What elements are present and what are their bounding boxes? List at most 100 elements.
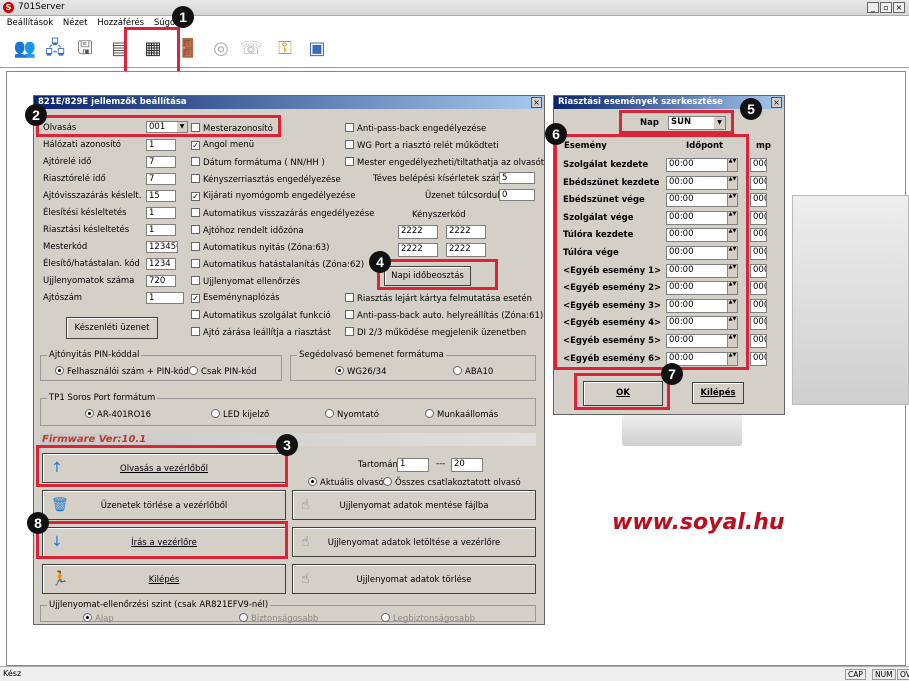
radio-nyomtato[interactable]: Nyomtató (325, 409, 379, 420)
check-auto-szolgalat[interactable]: Automatikus szolgálat funkció (191, 310, 331, 321)
riasztorele-input[interactable]: 7 (146, 173, 176, 185)
highlight-6 (554, 134, 749, 370)
alarm-close-icon[interactable]: × (771, 97, 782, 108)
pin-group: Ajtónyitás PIN-kóddal Felhasználói szám … (40, 350, 282, 381)
kenyszerkod-input-3[interactable]: 2222 (398, 243, 438, 257)
disc-icon[interactable]: ◎ (208, 36, 234, 62)
status-ov: OV (897, 669, 909, 680)
teves-belepesi-input[interactable]: 5 (499, 172, 535, 184)
ujjlenyomat-letoltes-button[interactable]: ☝ Ujjlenyomat adatok letöltése a vezérlő… (292, 527, 536, 557)
check-anti-pass-back[interactable]: Anti-pass-back engedélyezése (345, 123, 486, 134)
radio-dot (85, 409, 94, 418)
elesitesi-input[interactable]: 1 (146, 207, 176, 219)
card-icon[interactable]: ▣ (304, 36, 330, 62)
radio-munkaallomas[interactable]: Munkaállomás (425, 409, 498, 420)
app-logo-icon: S (3, 2, 14, 13)
riasztasi-input[interactable]: 1 (146, 224, 176, 236)
alarm-kilepes-button[interactable]: Kilépés (692, 382, 744, 404)
checkbox-box (345, 123, 354, 132)
alarm-extra-input[interactable]: 000 (750, 298, 767, 313)
checkbox-box: ✓ (191, 141, 200, 150)
checkbox-box: ✓ (191, 294, 200, 303)
check-auto-hatastalanitas[interactable]: Automatikus hatástalanítás (Zóna:62) (191, 259, 364, 270)
check-wg-port[interactable]: WG Port a riasztó relét működteti (345, 140, 499, 151)
radio-dot (55, 366, 64, 375)
check-mester-engedelyezheti[interactable]: Mester engedélyezheti/tiltathatja az olv… (345, 157, 544, 168)
check-ajtohoz-idozona[interactable]: Ajtóhoz rendelt időzóna (191, 225, 304, 236)
check-datum-formatum[interactable]: Dátum formátuma ( NN/HH ) (191, 157, 325, 168)
tartomany-from-input[interactable]: 1 (397, 458, 429, 472)
alarm-extra-input[interactable]: 000 (750, 246, 767, 260)
alarm-extra-input[interactable]: 000 (750, 210, 767, 225)
halozati-input[interactable]: 1 (146, 139, 176, 151)
tartomany-to-input[interactable]: 20 (451, 458, 483, 472)
uzenet-tulcsordulas-input[interactable]: 0 (499, 189, 535, 201)
mesterkod-input[interactable]: 123456 (146, 241, 178, 253)
radio-dot (381, 613, 390, 622)
kenyszerkod-input-4[interactable]: 2222 (446, 243, 486, 257)
radio-csak-pin[interactable]: Csak PIN-kód (189, 366, 256, 377)
radio-wg2634[interactable]: WG26/34 (335, 366, 387, 377)
elesito-input[interactable]: 1234 (146, 258, 176, 270)
close-icon[interactable]: × (893, 2, 905, 13)
alarm-extra-input[interactable]: 000 (750, 175, 767, 190)
ujjlenyomat-torles-button[interactable]: ☝ Ujjlenyomat adatok törlése (292, 564, 536, 594)
radio-aba10[interactable]: ABA10 (453, 366, 493, 377)
check-angol-menu[interactable]: ✓ Angol menü (191, 140, 254, 150)
alarm-extra-input[interactable]: 000 (750, 193, 767, 208)
ajtoszam-input[interactable]: 1 (146, 292, 184, 304)
radio-aktualis-olvaso[interactable]: Aktuális olvasó (308, 477, 384, 488)
radio-ar401ro16[interactable]: AR-401RO16 (85, 409, 151, 420)
uzenetek-torlese-button[interactable]: 🗑 Üzenetek törlése a vezérlőből (42, 490, 286, 520)
menu-beallitasok[interactable]: Beállítások (7, 16, 53, 30)
features-close-icon[interactable]: × (531, 97, 542, 108)
radio-legbiztonsagosabb: Legbiztonságosabb (381, 613, 475, 624)
seged-group: Segédolvasó bemenet formátuma WG26/34 AB… (290, 350, 536, 381)
check-ujjlenyomat-ellenorzes[interactable]: Ujjlenyomat ellenőrzés (191, 276, 300, 287)
menu-nezet[interactable]: Nézet (63, 16, 88, 30)
key-icon[interactable]: ⚿ (272, 36, 298, 62)
check-di-23[interactable]: DI 2/3 működése megjelenik üzenetben (345, 327, 526, 338)
ujjlenyomatok-input[interactable]: 720 (146, 275, 176, 287)
check-auto-visszazaras[interactable]: Automatikus visszazárás engedélyezése (191, 208, 374, 219)
keszenleti-uzenet-button[interactable]: Készenléti üzenet (66, 317, 158, 339)
checkbox-box (191, 242, 200, 251)
controller-icon[interactable]: 🖫 (72, 36, 98, 62)
phone-icon[interactable]: ☏ (238, 36, 264, 62)
device-image-backdrop (792, 195, 909, 405)
check-kenyszerriasztas[interactable]: Kényszerriasztás engedélyezése (191, 174, 341, 185)
alarm-extra-input[interactable]: 000 (750, 351, 767, 366)
radio-dot (325, 409, 334, 418)
minimize-icon[interactable]: _ (867, 2, 879, 13)
alarm-extra-input[interactable]: 000 (750, 263, 767, 278)
users-icon[interactable]: 👥 (12, 36, 38, 62)
ujjlenyomat-mentes-button[interactable]: ☝ Ujjlenyomat adatok mentése fájlba (292, 490, 536, 520)
status-bar: Kész CAP NUM OV (0, 666, 909, 681)
highlight-7 (574, 373, 670, 410)
ajtovisszazaras-input[interactable]: 15 (146, 190, 176, 202)
kenyszerkod-input-2[interactable]: 2222 (446, 225, 486, 239)
radio-felhasznaloi-pin[interactable]: Felhasználói szám + PIN-kód (55, 366, 189, 377)
label-riasztasi: Riasztási késleltetés (43, 225, 130, 235)
check-anti-pass-back-auto[interactable]: Anti-pass-back auto. helyreállítás (Zóna… (345, 310, 543, 321)
alarm-extra-input[interactable]: 000 (750, 316, 767, 331)
kenyszerkod-input-1[interactable]: 2222 (398, 225, 438, 239)
radio-led-kijelzo[interactable]: LED kijelző (211, 409, 269, 420)
check-kijarati-nyomogomb[interactable]: ✓ Kijárati nyomógomb engedélyezése (191, 191, 356, 201)
kilepes-button[interactable]: 🏃 Kilépés (42, 564, 286, 594)
radio-dot (383, 477, 392, 486)
check-esemenynaplozas[interactable]: ✓ Eseménynaplózás (191, 293, 280, 303)
alarm-extra-input[interactable]: 000 (750, 281, 767, 296)
check-ajto-zarasa[interactable]: Ajtó zárása leállítja a riasztást (191, 327, 331, 338)
alarm-extra-input[interactable]: 000 (750, 334, 767, 348)
check-auto-nyitas[interactable]: Automatikus nyitás (Zóna:63) (191, 242, 329, 253)
alarm-extra-input[interactable]: 000 (750, 228, 767, 243)
network-icon[interactable]: 🖧 (42, 36, 68, 62)
checkbox-box (191, 276, 200, 285)
ajtorele-input[interactable]: 7 (146, 156, 176, 168)
check-riasztas-lejart[interactable]: Riasztás lejárt kártya felmutatása eseté… (345, 293, 532, 304)
alarm-extra-input[interactable]: 000 (750, 158, 767, 172)
radio-osszes-olvaso[interactable]: Összes csatlakoztatott olvasó (383, 477, 521, 488)
restore-icon[interactable]: ▫ (880, 2, 892, 13)
app-title: 701Server (18, 2, 65, 12)
